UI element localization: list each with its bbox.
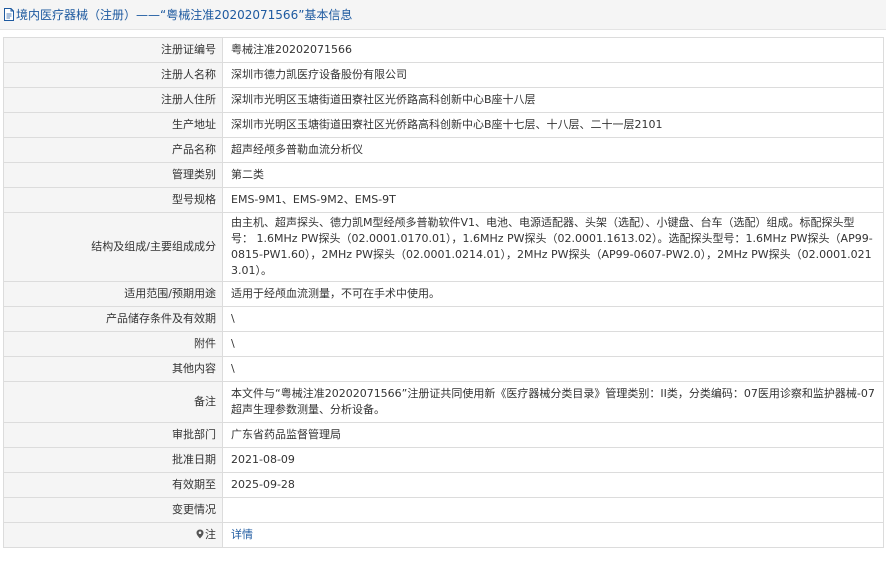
page-title: 境内医疗器械（注册）——“粤械注准20202071566”基本信息: [16, 8, 353, 22]
field-value-other: \: [222, 356, 884, 382]
field-value-changes: [222, 497, 884, 523]
field-label-changes: 变更情况: [3, 497, 223, 523]
table-row: 结构及组成/主要组成成分 由主机、超声探头、德力凯M型经颅多普勒软件V1、电池、…: [3, 212, 884, 282]
map-pin-icon: [196, 529, 204, 539]
field-value-attachment: \: [222, 331, 884, 357]
field-label-production-address: 生产地址: [3, 112, 223, 138]
field-value-intended-use: 适用于经颅血流测量，不可在手术中使用。: [222, 281, 884, 307]
field-label-other: 其他内容: [3, 356, 223, 382]
field-label-intended-use: 适用范围/预期用途: [3, 281, 223, 307]
field-value-production-address: 深圳市光明区玉塘街道田寮社区光侨路高科创新中心B座十七层、十八层、二十一层210…: [222, 112, 884, 138]
field-value-registration-number: 粤械注准20202071566: [222, 37, 884, 63]
field-label-product-name: 产品名称: [3, 137, 223, 163]
field-label-registrant-name: 注册人名称: [3, 62, 223, 88]
device-info-table: 注册证编号 粤械注准20202071566 注册人名称 深圳市德力凯医疗设备股份…: [3, 37, 884, 548]
field-value-product-name: 超声经颅多普勒血流分析仪: [222, 137, 884, 163]
note-label: 注: [205, 528, 216, 541]
field-value-approval-date: 2021-08-09: [222, 447, 884, 473]
field-label-storage: 产品储存条件及有效期: [3, 306, 223, 332]
field-label-note: 注: [3, 522, 223, 548]
field-label-structure: 结构及组成/主要组成成分: [3, 212, 223, 282]
table-row: 批准日期 2021-08-09: [3, 447, 884, 473]
field-value-model-spec: EMS-9M1、EMS-9M2、EMS-9T: [222, 187, 884, 213]
table-row: 适用范围/预期用途 适用于经颅血流测量，不可在手术中使用。: [3, 281, 884, 307]
table-row: 有效期至 2025-09-28: [3, 472, 884, 498]
field-value-note: 详情: [222, 522, 884, 548]
table-row: 生产地址 深圳市光明区玉塘街道田寮社区光侨路高科创新中心B座十七层、十八层、二十…: [3, 112, 884, 138]
table-row: 注册证编号 粤械注准20202071566: [3, 37, 884, 63]
field-label-valid-until: 有效期至: [3, 472, 223, 498]
table-row: 附件 \: [3, 331, 884, 357]
field-label-model-spec: 型号规格: [3, 187, 223, 213]
field-value-structure: 由主机、超声探头、德力凯M型经颅多普勒软件V1、电池、电源适配器、头架（选配）、…: [222, 212, 884, 282]
table-row: 产品名称 超声经颅多普勒血流分析仪: [3, 137, 884, 163]
field-label-remarks: 备注: [3, 381, 223, 423]
field-value-storage: \: [222, 306, 884, 332]
table-row: 产品储存条件及有效期 \: [3, 306, 884, 332]
field-value-approval-dept: 广东省药品监督管理局: [222, 422, 884, 448]
field-label-attachment: 附件: [3, 331, 223, 357]
table-row: 备注 本文件与“粤械注准20202071566”注册证共同使用新《医疗器械分类目…: [3, 381, 884, 423]
field-label-management-category: 管理类别: [3, 162, 223, 188]
document-icon: [4, 8, 14, 21]
field-value-registrant-name: 深圳市德力凯医疗设备股份有限公司: [222, 62, 884, 88]
field-label-approval-date: 批准日期: [3, 447, 223, 473]
field-label-registration-number: 注册证编号: [3, 37, 223, 63]
details-link[interactable]: 详情: [231, 528, 253, 541]
table-row: 审批部门 广东省药品监督管理局: [3, 422, 884, 448]
field-label-approval-dept: 审批部门: [3, 422, 223, 448]
field-value-registrant-address: 深圳市光明区玉塘街道田寮社区光侨路高科创新中心B座十八层: [222, 87, 884, 113]
table-row: 注 详情: [3, 522, 884, 548]
field-value-management-category: 第二类: [222, 162, 884, 188]
table-row: 注册人名称 深圳市德力凯医疗设备股份有限公司: [3, 62, 884, 88]
table-row: 型号规格 EMS-9M1、EMS-9M2、EMS-9T: [3, 187, 884, 213]
field-label-registrant-address: 注册人住所: [3, 87, 223, 113]
table-row: 变更情况: [3, 497, 884, 523]
table-row: 管理类别 第二类: [3, 162, 884, 188]
field-value-remarks: 本文件与“粤械注准20202071566”注册证共同使用新《医疗器械分类目录》管…: [222, 381, 884, 423]
page-title-bar: 境内医疗器械（注册）——“粤械注准20202071566”基本信息: [0, 0, 886, 30]
table-row: 注册人住所 深圳市光明区玉塘街道田寮社区光侨路高科创新中心B座十八层: [3, 87, 884, 113]
field-value-valid-until: 2025-09-28: [222, 472, 884, 498]
table-row: 其他内容 \: [3, 356, 884, 382]
